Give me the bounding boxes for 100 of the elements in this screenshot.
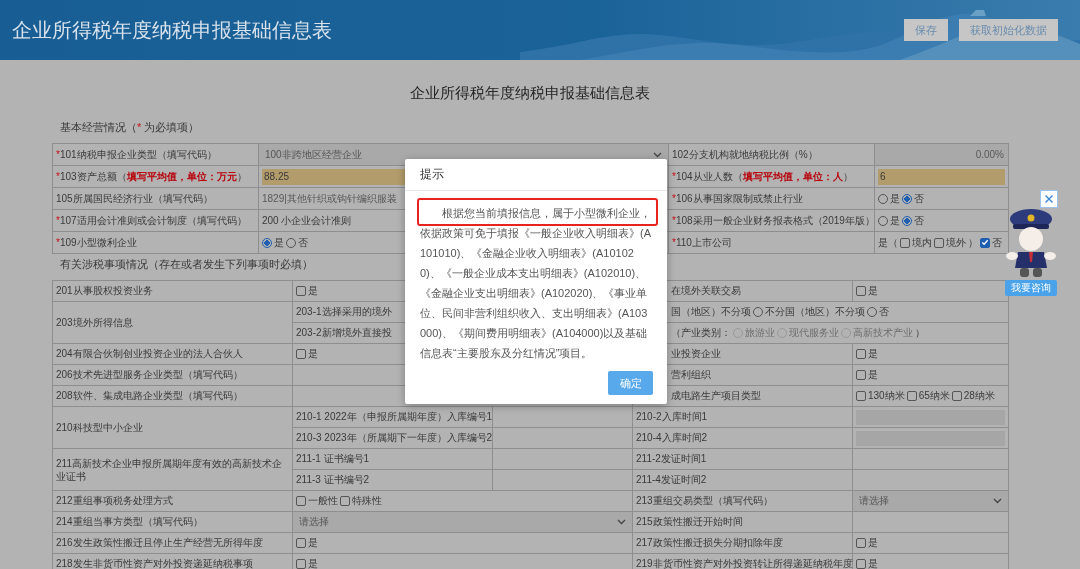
option-text: ） bbox=[968, 235, 978, 250]
checkbox-label: 否 bbox=[992, 235, 1002, 250]
table-cell: 214重组当事方类型（填写代码） bbox=[53, 512, 293, 533]
table-cell: 217政策性搬迁损失分期扣除年度 bbox=[633, 533, 853, 554]
radio-button[interactable] bbox=[902, 215, 912, 226]
checkbox[interactable] bbox=[856, 559, 866, 569]
table-cell: 208软件、集成电路企业类型（填写代码） bbox=[53, 386, 293, 407]
dropdown[interactable]: 请选择 bbox=[293, 512, 632, 532]
checkbox[interactable] bbox=[856, 286, 866, 296]
readonly-field: 0.00% bbox=[875, 144, 1008, 165]
readonly-field: 1829|其他针织或钩针编织服装 bbox=[262, 188, 665, 209]
input-field[interactable]: 6 bbox=[878, 168, 1005, 185]
checkbox-label: 28纳米 bbox=[963, 389, 995, 403]
radio-label: 现代服务业 bbox=[789, 326, 839, 340]
radio-label: 是 bbox=[890, 191, 900, 206]
section-heading: 有关涉税事项情况（存在或者发生下列事项时必填） bbox=[60, 258, 314, 270]
table-cell: *104从业人数（填写平均值，单位：人） bbox=[669, 166, 875, 188]
table-cell: 211高新技术企业申报所属期年度有效的高新技术企业证书 bbox=[53, 449, 293, 491]
checkbox[interactable] bbox=[856, 370, 866, 380]
table-cell: 218发生非货币性资产对外投资递延纳税事项 bbox=[53, 554, 293, 569]
table-cell: 210-3 2023年（所属期下一年度）入库编号2 bbox=[293, 428, 493, 449]
radio-label: 不分国（地区）不分项 bbox=[765, 305, 865, 319]
chevron-icon bbox=[617, 519, 626, 525]
checkbox-label: 境外 bbox=[946, 235, 966, 250]
table-cell: 206技术先进型服务企业类型（填写代码） bbox=[53, 365, 293, 386]
checkbox[interactable] bbox=[296, 349, 306, 359]
table-cell: 210-2入库时间1 bbox=[633, 407, 853, 428]
checkbox-label: 是 bbox=[308, 557, 318, 569]
checkbox[interactable] bbox=[900, 237, 910, 248]
checkbox-label: 是 bbox=[308, 536, 318, 550]
section-heading: 基本经营情况（* 为必填项） bbox=[60, 121, 201, 133]
option-text: ） bbox=[915, 326, 925, 340]
close-button[interactable] bbox=[1040, 190, 1058, 208]
table-cell: 211-1 证书编号1 bbox=[293, 449, 493, 470]
table-cell: *110上市公司 bbox=[669, 232, 875, 254]
checkbox-label: 是 bbox=[868, 557, 878, 569]
checkbox-label: 65纳米 bbox=[918, 389, 950, 403]
consult-button[interactable]: 我要咨询 bbox=[1005, 280, 1057, 296]
table-cell: 211-3 证书编号2 bbox=[293, 470, 493, 491]
table-cell: 212重组事项税务处理方式 bbox=[53, 491, 293, 512]
checkbox-label: 是 bbox=[308, 284, 318, 298]
radio-label: 否 bbox=[298, 235, 308, 250]
checkbox-label: 一般性 bbox=[308, 494, 338, 508]
table-cell: 215政策性搬迁开始时间 bbox=[633, 512, 853, 533]
checkbox[interactable] bbox=[296, 538, 306, 548]
checkbox[interactable] bbox=[906, 391, 917, 401]
radio-label: 旅游业 bbox=[745, 326, 775, 340]
close-icon bbox=[1044, 194, 1054, 204]
checkbox[interactable] bbox=[296, 496, 306, 506]
table-cell: *109小型微利企业 bbox=[53, 232, 259, 254]
table-cell: 210-4入库时间2 bbox=[633, 428, 853, 449]
table-cell: *108采用一般企业财务报表格式（2019年版） bbox=[669, 210, 875, 232]
checkbox[interactable] bbox=[951, 391, 962, 401]
toolbar-button[interactable]: 获取初始化数据 bbox=[959, 19, 1058, 41]
table-cell: *101纳税申报企业类型（填写代码） bbox=[53, 144, 259, 166]
table-cell: 210科技型中小企业 bbox=[53, 407, 293, 449]
option-text: （产业类别： bbox=[671, 326, 731, 340]
radio-label: 否 bbox=[879, 305, 889, 319]
radio-button[interactable] bbox=[262, 237, 272, 248]
checkbox-label: 是 bbox=[868, 347, 878, 361]
radio-label: 是 bbox=[274, 235, 284, 250]
checkbox-label: 境内 bbox=[912, 235, 932, 250]
checkbox-label: 特殊性 bbox=[352, 494, 382, 508]
table-cell: *107适用会计准则或会计制度（填写代码） bbox=[53, 210, 259, 232]
table-cell: *103资产总额（填写平均值，单位：万元） bbox=[53, 166, 259, 188]
checkbox[interactable] bbox=[856, 349, 866, 359]
table-cell: *106从事国家限制或禁止行业 bbox=[669, 188, 875, 210]
table-cell: 204有限合伙制创业投资企业的法人合伙人 bbox=[53, 344, 293, 365]
page-title: 企业所得税年度纳税申报基础信息表 bbox=[12, 17, 332, 43]
checkbox-label: 是 bbox=[868, 284, 878, 298]
chevron-icon bbox=[653, 151, 662, 158]
dialog-title: 提示 bbox=[405, 159, 667, 191]
checkbox[interactable] bbox=[340, 496, 350, 506]
checkbox[interactable] bbox=[934, 237, 944, 248]
checkbox[interactable] bbox=[296, 559, 306, 569]
radio-button[interactable] bbox=[902, 193, 912, 204]
toolbar-button[interactable]: 保存 bbox=[904, 19, 948, 41]
table-cell: 211-4发证时间2 bbox=[633, 470, 853, 491]
checkbox-label: 是 bbox=[868, 536, 878, 550]
table-cell: 213重组交易类型（填写代码） bbox=[633, 491, 853, 512]
form-title: 企业所得税年度纳税申报基础信息表 bbox=[409, 85, 651, 101]
table-cell: 102分支机构就地纳税比例（%） bbox=[669, 144, 875, 166]
table-cell: 211-2发证时间1 bbox=[633, 449, 853, 470]
checkbox[interactable] bbox=[856, 391, 866, 401]
radio-label: 高新技术产业 bbox=[853, 326, 913, 340]
checkbox[interactable] bbox=[980, 237, 990, 248]
radio-label: 是 bbox=[890, 213, 900, 228]
table-cell: 219非货币性资产对外投资转让所得递延纳税年度 bbox=[633, 554, 853, 569]
field-value: 200 小企业会计准则 bbox=[262, 213, 352, 228]
checkbox-label: 是 bbox=[308, 347, 318, 361]
dropdown[interactable]: 请选择 bbox=[853, 491, 1008, 511]
table-cell: 201从事股权投资业务 bbox=[53, 281, 293, 302]
checkbox[interactable] bbox=[856, 538, 866, 548]
checkbox-label: 是 bbox=[868, 368, 878, 382]
radio-label: 否 bbox=[914, 191, 924, 206]
confirm-button[interactable]: 确定 bbox=[608, 371, 653, 395]
checkbox[interactable] bbox=[296, 286, 306, 296]
table-cell: 105所属国民经济行业（填写代码） bbox=[53, 188, 259, 210]
option-text: 是（ bbox=[878, 235, 898, 250]
chevron-icon bbox=[993, 498, 1002, 504]
